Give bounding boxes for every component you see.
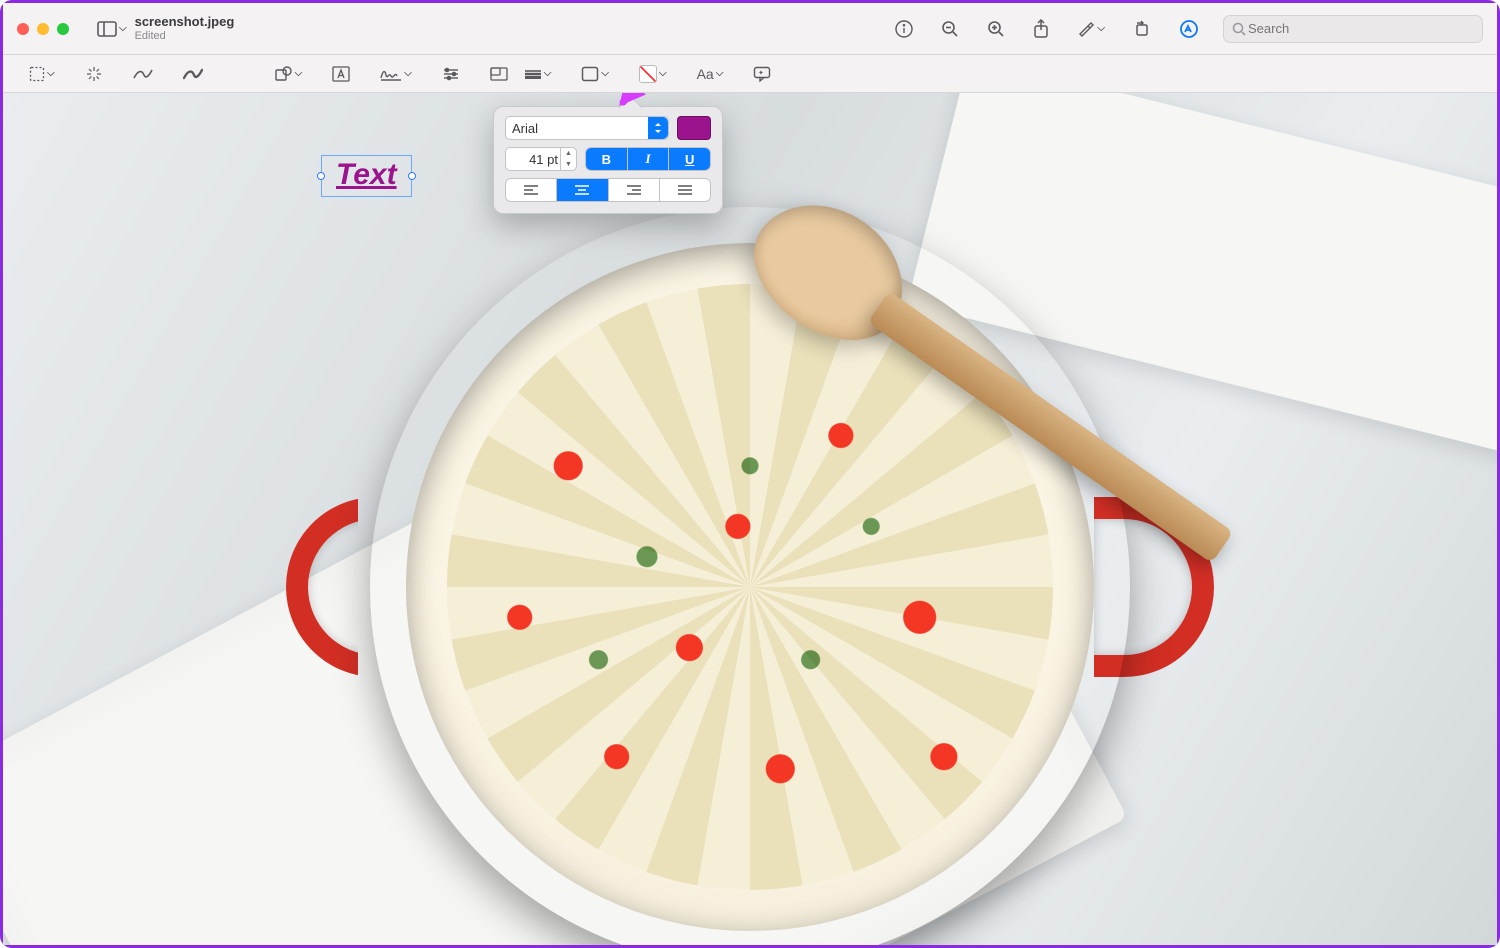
text-style-tool[interactable]: Aa: [689, 62, 732, 86]
text-annotation[interactable]: Text: [321, 155, 412, 197]
shapes-tool[interactable]: [267, 62, 311, 86]
selection-tool[interactable]: [21, 62, 63, 86]
window-titlebar: screenshot.jpeg Edited: [3, 3, 1497, 55]
text-align-segmented: [505, 178, 711, 202]
zoom-out-button[interactable]: [937, 14, 963, 44]
align-left-button[interactable]: [506, 179, 556, 201]
close-window-button[interactable]: [17, 23, 29, 35]
adjust-color-tool[interactable]: [434, 63, 468, 85]
fill-swatch-icon: [639, 65, 657, 83]
info-button[interactable]: [891, 14, 917, 44]
resize-handle-left[interactable]: [317, 172, 325, 180]
font-size-value: 41 pt: [529, 152, 558, 167]
fullscreen-window-button[interactable]: [57, 23, 69, 35]
select-caret-icon: [648, 117, 668, 139]
border-color-tool[interactable]: [573, 62, 617, 86]
search-field[interactable]: [1223, 15, 1483, 43]
window-controls: [17, 23, 69, 35]
underline-button[interactable]: U: [668, 148, 710, 170]
file-info: screenshot.jpeg Edited: [135, 15, 235, 43]
text-annotation-content[interactable]: Text: [336, 158, 397, 191]
fill-color-tool[interactable]: [631, 61, 675, 87]
zoom-in-button[interactable]: [983, 14, 1009, 44]
align-justify-button[interactable]: [659, 179, 710, 201]
search-icon: [1232, 22, 1246, 36]
markup-toggle-button[interactable]: [1175, 13, 1203, 45]
sidebar-toggle-button[interactable]: [93, 15, 131, 43]
sketch-tool[interactable]: [125, 63, 161, 85]
draw-tool[interactable]: [175, 63, 211, 85]
font-family-value: Arial: [512, 121, 538, 136]
font-size-field[interactable]: 41 pt ▲▼: [505, 147, 577, 171]
shape-style-tool[interactable]: [516, 64, 560, 83]
bold-button[interactable]: B: [586, 148, 627, 170]
sign-tool[interactable]: [372, 63, 420, 85]
markup-toolbar: Aa ✦: [3, 55, 1497, 93]
resize-handle-right[interactable]: [408, 172, 416, 180]
file-name: screenshot.jpeg: [135, 15, 235, 30]
font-size-stepper[interactable]: ▲▼: [560, 148, 576, 170]
text-style-popover: Arial 41 pt ▲▼ B I U: [493, 106, 723, 214]
instant-alpha-tool[interactable]: [77, 61, 111, 87]
align-center-button[interactable]: [556, 179, 607, 201]
text-color-swatch[interactable]: [677, 116, 711, 140]
italic-button[interactable]: I: [627, 148, 669, 170]
text-tool[interactable]: [324, 62, 358, 86]
align-right-button[interactable]: [608, 179, 659, 201]
font-family-select[interactable]: Arial: [505, 116, 669, 140]
svg-text:✦: ✦: [758, 69, 764, 77]
minimize-window-button[interactable]: [37, 23, 49, 35]
highlight-button[interactable]: [1073, 14, 1109, 44]
file-subtitle: Edited: [135, 30, 235, 43]
annotate-speech-tool[interactable]: ✦: [745, 62, 779, 86]
adjust-size-tool[interactable]: [482, 63, 516, 85]
image-canvas[interactable]: Text Arial 41 pt ▲▼ B I U: [3, 93, 1497, 945]
search-input[interactable]: [1246, 20, 1474, 37]
share-button[interactable]: [1029, 13, 1053, 45]
rotate-button[interactable]: [1129, 14, 1155, 44]
text-style-segmented: B I U: [585, 147, 711, 171]
